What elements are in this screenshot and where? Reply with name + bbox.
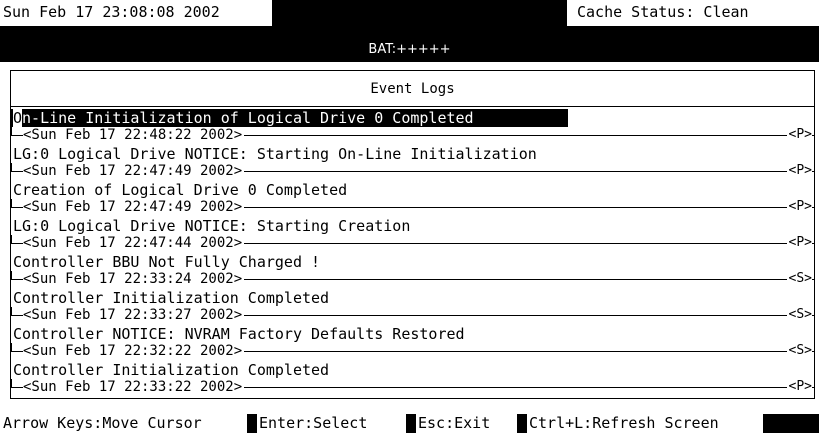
event-message-text: n-Line Initialization of Logical Drive 0… <box>22 109 474 127</box>
event-type-tag: <P> <box>786 163 812 179</box>
event-message: Controller BBU Not Fully Charged ! <box>13 253 321 271</box>
event-meta: <Sun Feb 17 22:47:49 2002> <P> <box>11 199 814 215</box>
event-meta: <Sun Feb 17 22:32:22 2002> <S> <box>11 343 814 359</box>
event-type-tag: <P> <box>786 127 812 143</box>
event-log-entry[interactable]: On-Line Initialization of Logical Drive … <box>11 107 814 143</box>
event-logs-panel: Event Logs On-Line Initialization of Log… <box>10 70 815 399</box>
event-log-entry[interactable]: Controller Initialization Completed <Sun… <box>11 287 814 323</box>
hint-select: Enter:Select <box>257 414 406 433</box>
hint-move-cursor: Arrow Keys:Move Cursor <box>0 414 247 433</box>
panel-title: Event Logs <box>11 71 814 107</box>
system-datetime: Sun Feb 17 23:08:08 2002 <box>0 0 272 26</box>
event-meta: <Sun Feb 17 22:47:44 2002> <P> <box>11 235 814 251</box>
event-log-entry[interactable]: Controller BBU Not Fully Charged ! <Sun … <box>11 251 814 287</box>
event-message: Creation of Logical Drive 0 Completed <box>13 181 348 199</box>
status-bar: Sun Feb 17 23:08:08 2002 Cache Status: C… <box>0 0 819 62</box>
key-hints-bar: Arrow Keys:Move Cursor Enter:Select Esc:… <box>0 414 819 433</box>
event-message: Controller Initialization Completed <box>13 361 330 379</box>
event-type-tag: <P> <box>786 379 812 395</box>
event-message: Controller Initialization Completed <box>13 289 330 307</box>
event-message: LG:0 Logical Drive NOTICE: Starting On-L… <box>13 145 537 163</box>
event-message: On-Line Initialization of Logical Drive … <box>11 109 568 127</box>
event-log-entry[interactable]: Controller Initialization Completed <Sun… <box>11 359 814 395</box>
event-timestamp: <Sun Feb 17 22:47:49 2002> <box>23 163 245 179</box>
event-log-entry[interactable]: Creation of Logical Drive 0 Completed <S… <box>11 179 814 215</box>
event-message: Controller NOTICE: NVRAM Factory Default… <box>13 325 465 343</box>
event-timestamp: <Sun Feb 17 22:33:22 2002> <box>23 379 245 395</box>
battery-status: BAT:+++++ <box>368 42 451 57</box>
event-type-tag: <S> <box>786 343 812 359</box>
event-timestamp: <Sun Feb 17 22:33:27 2002> <box>23 307 245 323</box>
event-type-tag: <P> <box>786 235 812 251</box>
event-meta: <Sun Feb 17 22:47:49 2002> <P> <box>11 163 814 179</box>
event-type-tag: <S> <box>786 271 812 287</box>
hint-refresh-screen: Ctrl+L:Refresh Screen <box>527 414 763 433</box>
event-log-entry[interactable]: Controller NOTICE: NVRAM Factory Default… <box>11 323 814 359</box>
hint-exit: Esc:Exit <box>416 414 517 433</box>
event-meta: <Sun Feb 17 22:33:27 2002> <S> <box>11 307 814 323</box>
event-timestamp: <Sun Feb 17 22:48:22 2002> <box>23 127 245 143</box>
text-cursor: O <box>13 109 23 127</box>
event-timestamp: <Sun Feb 17 22:32:22 2002> <box>23 343 245 359</box>
cache-status: Cache Status: Clean <box>567 0 819 26</box>
event-type-tag: <P> <box>786 199 812 215</box>
event-log-entry[interactable]: LG:0 Logical Drive NOTICE: Starting On-L… <box>11 143 814 179</box>
event-meta: <Sun Feb 17 22:33:22 2002> <P> <box>11 379 814 395</box>
event-timestamp: <Sun Feb 17 22:33:24 2002> <box>23 271 245 287</box>
event-timestamp: <Sun Feb 17 22:47:49 2002> <box>23 199 245 215</box>
event-timestamp: <Sun Feb 17 22:47:44 2002> <box>23 235 245 251</box>
event-meta: <Sun Feb 17 22:48:22 2002> <P> <box>11 127 814 143</box>
event-log-entry[interactable]: LG:0 Logical Drive NOTICE: Starting Crea… <box>11 215 814 251</box>
event-meta: <Sun Feb 17 22:33:24 2002> <S> <box>11 271 814 287</box>
event-type-tag: <S> <box>786 307 812 323</box>
event-message: LG:0 Logical Drive NOTICE: Starting Crea… <box>13 217 411 235</box>
